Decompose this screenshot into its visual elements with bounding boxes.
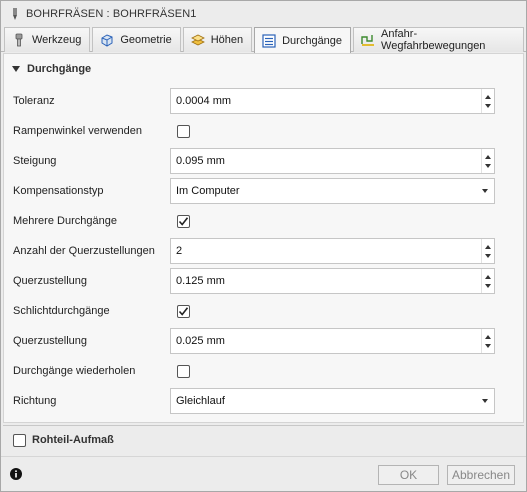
spin-up-icon[interactable] [485,154,491,159]
passes-panel: Durchgänge Toleranz 0.0004 mm Rampenwink… [3,53,524,423]
checkmark-icon [178,216,189,226]
drill-mill-icon [9,8,21,20]
row-durchgaenge-wiederholen: Durchgänge wiederholen [4,356,523,386]
schlicht-querzustellung-spinner[interactable] [481,329,494,353]
steigung-spinner[interactable] [481,149,494,173]
tab-hoehen[interactable]: Höhen [182,27,253,52]
schlicht-label: Schlichtdurchgänge [13,305,110,317]
passes-icon [261,33,277,49]
steigung-label: Steigung [13,155,57,167]
spin-up-icon[interactable] [485,244,491,249]
schlicht-querzustellung-value: 0.025 mm [176,335,225,347]
toleranz-value: 0.0004 mm [176,95,232,107]
toleranz-label: Toleranz [13,95,55,107]
kompensationstyp-value: Im Computer [176,185,240,197]
row-toleranz: Toleranz 0.0004 mm [4,86,523,116]
kompensationstyp-select[interactable]: Im Computer [170,178,495,204]
querzustellung-value: 0.125 mm [176,275,225,287]
checkmark-icon [178,306,189,316]
tab-durchgaenge[interactable]: Durchgänge [254,27,352,53]
row-richtung: Richtung Gleichlauf [4,386,523,416]
row-rampenwinkel: Rampenwinkel verwenden [4,116,523,146]
schlicht-querzustellung-input[interactable]: 0.025 mm [170,328,495,354]
toleranz-spinner[interactable] [481,89,494,113]
mehrere-checkbox[interactable] [177,214,190,228]
anzahl-spinner[interactable] [481,239,494,263]
schlicht-querzustellung-label: Querzustellung [13,335,87,347]
steigung-input[interactable]: 0.095 mm [170,148,495,174]
row-kompensationstyp: Kompensationstyp Im Computer [4,176,523,206]
mehrere-label: Mehrere Durchgänge [13,215,117,227]
tab-label: Geometrie [120,34,172,46]
row-steigung: Steigung 0.095 mm [4,146,523,176]
querzustellung-spinner[interactable] [481,269,494,293]
richtung-value: Gleichlauf [176,395,225,407]
window-title: BOHRFRÄSEN : BOHRFRÄSEN1 [26,8,197,20]
rohteil-checkbox[interactable] [13,433,26,447]
wiederholen-label: Durchgänge wiederholen [13,365,136,377]
spin-up-icon[interactable] [485,274,491,279]
wiederholen-checkbox[interactable] [177,364,190,378]
row-schlichtdurchgaenge: Schlichtdurchgänge [4,296,523,326]
toleranz-input[interactable]: 0.0004 mm [170,88,495,114]
dropdown-arrow-icon[interactable] [482,399,488,403]
tab-label: Anfahr-Wegfahrbewegungen [381,28,486,52]
tab-label: Höhen [210,34,244,46]
tab-werkzeug[interactable]: Werkzeug [4,27,91,52]
tab-anfahr-wegfahrbewegungen[interactable]: Anfahr-Wegfahrbewegungen [353,27,524,52]
tool-icon [11,32,27,48]
anzahl-value: 2 [176,245,183,257]
caret-down-icon [12,66,20,72]
tab-geometrie[interactable]: Geometrie [92,27,181,52]
linking-icon [360,32,376,48]
heights-icon [190,32,206,48]
section-header-rohteil[interactable]: Rohteil-Aufmaß [1,426,526,454]
rampenwinkel-checkbox[interactable] [177,124,190,138]
geometry-icon [99,32,115,48]
section-title: Durchgänge [27,63,92,75]
dropdown-arrow-icon[interactable] [482,189,488,193]
richtung-select[interactable]: Gleichlauf [170,388,495,414]
querzustellung-input[interactable]: 0.125 mm [170,268,495,294]
section-header-durchgaenge[interactable]: Durchgänge [4,54,523,84]
anzahl-label: Anzahl der Querzustellungen [13,245,155,257]
tab-bar: Werkzeug Geometrie Höhen Durchgänge Anfa… [1,27,526,53]
spin-down-icon[interactable] [485,253,491,258]
schlicht-checkbox[interactable] [177,304,190,318]
kompensationstyp-label: Kompensationstyp [13,185,104,197]
spin-up-icon[interactable] [485,334,491,339]
spin-down-icon[interactable] [485,103,491,108]
steigung-value: 0.095 mm [176,155,225,167]
anzahl-input[interactable]: 2 [170,238,495,264]
dialog-window: BOHRFRÄSEN : BOHRFRÄSEN1 Werkzeug Geomet… [0,0,527,492]
row-mehrere-durchgaenge: Mehrere Durchgänge [4,206,523,236]
spin-down-icon[interactable] [485,343,491,348]
ok-button[interactable]: OK [378,465,439,485]
rampenwinkel-label: Rampenwinkel verwenden [13,125,143,137]
title-bar: BOHRFRÄSEN : BOHRFRÄSEN1 [1,1,526,27]
dialog-footer: OK Abbrechen [1,456,526,492]
info-icon[interactable] [10,468,22,483]
tab-label: Werkzeug [32,34,82,46]
tab-label: Durchgänge [282,34,343,47]
spin-up-icon[interactable] [485,94,491,99]
rohteil-label: Rohteil-Aufmaß [32,434,114,446]
richtung-label: Richtung [13,395,57,407]
cancel-button[interactable]: Abbrechen [447,465,515,485]
row-querzustellung: Querzustellung 0.125 mm [4,266,523,296]
row-schlicht-querzustellung: Querzustellung 0.025 mm [4,326,523,356]
spin-down-icon[interactable] [485,283,491,288]
row-anzahl-querzustellungen: Anzahl der Querzustellungen 2 [4,236,523,266]
spin-down-icon[interactable] [485,163,491,168]
querzustellung-label: Querzustellung [13,275,87,287]
